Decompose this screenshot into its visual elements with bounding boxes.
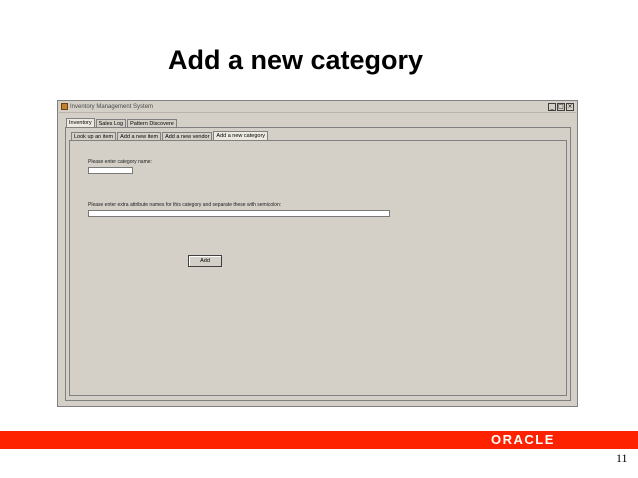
window-controls: _ □ ×	[548, 103, 574, 111]
app-window: Inventory Management System _ □ × Invent…	[57, 100, 578, 407]
minimize-button[interactable]: _	[548, 103, 556, 111]
window-titlebar[interactable]: Inventory Management System _ □ ×	[59, 102, 576, 113]
category-name-label: Please enter category name:	[88, 159, 152, 165]
category-name-input[interactable]	[88, 167, 133, 174]
inner-tab-strip: Look up an item Add a new item Add a new…	[71, 131, 269, 141]
close-button[interactable]: ×	[566, 103, 574, 111]
inventory-panel: Look up an item Add a new item Add a new…	[65, 127, 571, 401]
attributes-label: Please enter extra attribute names for t…	[88, 202, 282, 208]
app-icon	[61, 103, 68, 110]
add-category-panel: Please enter category name: Please enter…	[69, 140, 567, 396]
maximize-button[interactable]: □	[557, 103, 565, 111]
window-title: Inventory Management System	[70, 104, 154, 110]
add-button[interactable]: Add	[188, 255, 222, 267]
outer-tab-strip: Inventory Sales Log Pattern Discovere	[66, 118, 178, 128]
attributes-input[interactable]	[88, 210, 390, 217]
slide-title: Add a new category	[168, 45, 424, 75]
page-number: 11	[616, 451, 628, 465]
oracle-logo: ORACLE	[491, 432, 555, 447]
